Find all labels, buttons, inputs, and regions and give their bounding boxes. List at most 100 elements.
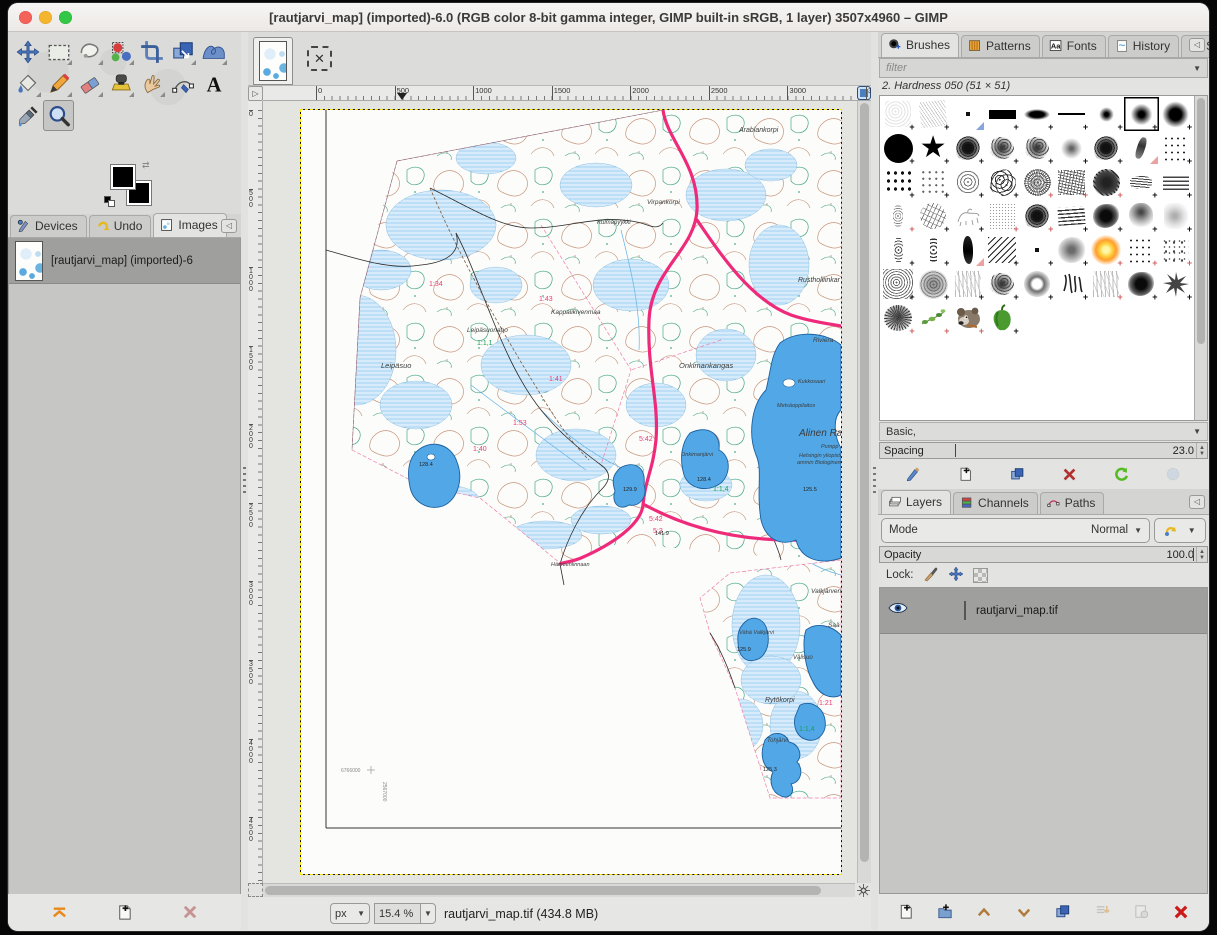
unified-transform-tool-button[interactable] xyxy=(167,36,198,67)
chevron-down-icon[interactable]: ▼ xyxy=(420,903,436,924)
brush-swatch-hline[interactable]: + xyxy=(1054,97,1089,131)
close-window-button[interactable] xyxy=(19,11,32,24)
opacity-spinner[interactable]: ▲▼ xyxy=(1196,547,1207,562)
brush-grid-scrollbar[interactable] xyxy=(1194,96,1207,420)
tab-paths[interactable]: Paths xyxy=(1040,492,1105,514)
color-picker-tool-button[interactable] xyxy=(12,100,43,131)
unit-dropdown[interactable]: px▼ xyxy=(330,903,370,924)
tab-brushes[interactable]: Brushes xyxy=(881,33,959,57)
swap-colors-icon[interactable]: ⇄ xyxy=(142,160,150,171)
eraser-tool-button[interactable] xyxy=(74,68,105,99)
brush-swatch-noise-big[interactable]: + xyxy=(881,267,916,301)
brush-swatch-figures[interactable]: + xyxy=(950,267,985,301)
brush-swatch-vine[interactable]: + xyxy=(916,301,951,335)
brush-swatch-ring-blot[interactable]: + xyxy=(1020,267,1055,301)
lower-layer-button[interactable] xyxy=(1011,900,1037,924)
brush-swatch-splat-dark[interactable]: + xyxy=(1020,199,1055,233)
select-by-color-tool-button[interactable] xyxy=(105,36,136,67)
brush-swatch-wilber[interactable]: + xyxy=(950,301,985,335)
tab-layers[interactable]: Layers xyxy=(881,490,951,514)
dashed-close-icon[interactable]: ✕ xyxy=(307,46,332,71)
brush-swatch-disc-texture[interactable]: + xyxy=(1089,165,1124,199)
dock-resize-handle-left[interactable] xyxy=(241,32,248,930)
image-tab[interactable] xyxy=(253,37,293,85)
fg-bg-color-widget[interactable]: ⇄ xyxy=(104,160,160,212)
brush-swatch-pepper[interactable]: + xyxy=(985,301,1020,335)
tab-images[interactable]: Images xyxy=(153,213,226,237)
quick-mask-toggle[interactable] xyxy=(248,883,263,897)
brush-swatch-splat-heavy[interactable]: + xyxy=(1124,267,1159,301)
bucket-fill-tool-button[interactable] xyxy=(12,68,43,99)
layer-row[interactable]: rautjarvi_map.tif xyxy=(880,588,1207,634)
brush-swatch-smoke[interactable]: + xyxy=(1124,199,1159,233)
smudge-tool-button[interactable] xyxy=(136,68,167,99)
brush-preset-dropdown[interactable]: Basic,▼ xyxy=(879,422,1208,441)
brush-swatch-dots-grid[interactable]: + xyxy=(916,165,951,199)
edit-brush-button[interactable] xyxy=(901,462,927,486)
default-colors-icon[interactable] xyxy=(104,196,115,207)
tab-devices[interactable]: Devices xyxy=(10,215,87,237)
brush-swatch-spray[interactable]: + xyxy=(1159,233,1194,267)
paths-tool-button[interactable] xyxy=(167,68,198,99)
ruler-origin-button[interactable]: ▷ xyxy=(248,86,263,101)
brush-swatch-soft-s[interactable]: + xyxy=(1089,97,1124,131)
zoom-tool-button[interactable] xyxy=(43,100,74,131)
duplicate-layer-button[interactable] xyxy=(1050,900,1076,924)
brush-swatch-figures-dark[interactable]: + xyxy=(1054,267,1089,301)
delete-brush-button[interactable] xyxy=(1056,462,1082,486)
brush-swatch-figures[interactable]: + xyxy=(1089,267,1124,301)
rectangle-select-tool-button[interactable] xyxy=(43,36,74,67)
brush-swatch-specks[interactable]: + xyxy=(1124,233,1159,267)
new-brush-button[interactable] xyxy=(953,462,979,486)
new-group-button[interactable] xyxy=(932,900,958,924)
brush-swatch-wisp[interactable]: + xyxy=(1159,199,1194,233)
dock-resize-handle-right[interactable] xyxy=(871,32,878,930)
tab-undo[interactable]: Undo xyxy=(89,215,152,237)
brush-swatch-blot-v[interactable] xyxy=(950,233,985,267)
tab-history[interactable]: History xyxy=(1108,35,1179,57)
brush-swatch-scratches[interactable]: + xyxy=(916,199,951,233)
brush-filter-input[interactable]: filter ▼ xyxy=(879,58,1208,78)
brush-swatch-noise[interactable]: + xyxy=(1020,165,1055,199)
warp-transform-tool-button[interactable] xyxy=(198,36,229,67)
new-image-button[interactable] xyxy=(111,900,137,924)
brush-swatch-splat-dark[interactable]: + xyxy=(950,131,985,165)
brush-swatch-splat-dark[interactable]: + xyxy=(1089,131,1124,165)
chevron-down-icon[interactable]: ▼ xyxy=(1193,64,1201,73)
vertical-scrollbar[interactable] xyxy=(857,101,871,883)
brush-swatch-splat[interactable]: + xyxy=(1020,131,1055,165)
clone-tool-button[interactable] xyxy=(105,68,136,99)
brush-swatch-tinydot[interactable]: + xyxy=(1020,233,1055,267)
spacing-slider[interactable]: Spacing 23.0 ▲▼ xyxy=(879,442,1208,459)
horizontal-scrollbar[interactable] xyxy=(263,883,855,897)
brush-swatch-streaks[interactable]: + xyxy=(1159,165,1194,199)
brush-swatch-noise-soft[interactable]: + xyxy=(916,267,951,301)
brush-swatch-specks[interactable]: + xyxy=(1159,131,1194,165)
brush-swatch-spiky[interactable]: + xyxy=(1159,267,1194,301)
brush-swatch-star[interactable]: ★+ xyxy=(916,131,951,165)
zoom-level-combo[interactable]: 15.4 % ▼ xyxy=(374,903,436,924)
tab-channels[interactable]: Channels xyxy=(953,492,1038,514)
brush-swatch-wisp-sm[interactable]: + xyxy=(881,199,916,233)
brush-swatch-sun[interactable]: + xyxy=(1089,233,1124,267)
brush-swatch-splat[interactable]: + xyxy=(985,131,1020,165)
brush-swatch-bar[interactable]: + xyxy=(985,97,1020,131)
brush-swatch-soft-m[interactable]: + xyxy=(1124,97,1159,131)
brush-swatch-diag-lines[interactable]: + xyxy=(985,233,1020,267)
image-list-item[interactable]: [rautjarvi_map] (imported)-6 xyxy=(9,238,240,284)
horizontal-ruler[interactable]: 0500100015002000250030003500 xyxy=(263,86,871,101)
vertical-ruler[interactable]: 05 0 01 0 0 01 5 0 02 0 0 02 5 0 03 0 0 … xyxy=(248,101,263,883)
brush-swatch-disc[interactable]: + xyxy=(881,131,916,165)
canvas-viewport[interactable]: ArablankorpiVirpankorpiKulmapyykkiRustho… xyxy=(263,101,857,883)
panel-menu-button[interactable]: ◁ xyxy=(1189,38,1205,52)
brush-swatch-splat-heavy[interactable]: + xyxy=(1089,199,1124,233)
panel-menu-button[interactable]: ◁ xyxy=(1189,495,1205,509)
brush-swatch-drip[interactable]: + xyxy=(916,233,951,267)
brush-swatch-tree-blob[interactable]: + xyxy=(881,301,916,335)
lock-pixels-toggle[interactable] xyxy=(923,566,939,585)
foreground-color-swatch[interactable] xyxy=(110,164,136,190)
brush-swatch-sketch[interactable]: + xyxy=(950,199,985,233)
lock-position-toggle[interactable] xyxy=(948,566,964,585)
brush-swatch-ellipse[interactable]: + xyxy=(1020,97,1055,131)
new-layer-button[interactable] xyxy=(893,900,919,924)
